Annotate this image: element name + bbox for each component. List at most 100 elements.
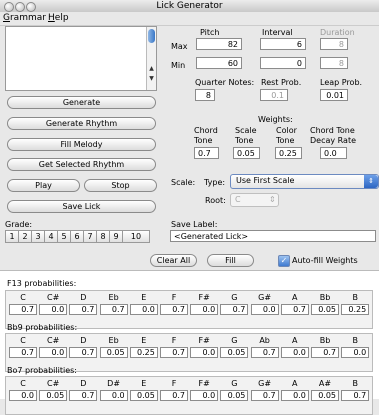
note-label: C#	[47, 336, 60, 345]
scale-tone-label-line1: Scale	[235, 126, 257, 135]
probability-field[interactable]: 0.0	[280, 347, 309, 358]
note-label: E	[141, 379, 147, 388]
clear-all-button[interactable]: Clear All	[150, 254, 197, 267]
fill-button[interactable]: Fill	[207, 254, 254, 267]
probability-field[interactable]: 0.0	[129, 304, 158, 315]
probability-field[interactable]: 0.7	[69, 347, 98, 358]
rest-prob-field: 0.1	[260, 89, 288, 101]
probability-field[interactable]: 0.7	[69, 304, 98, 315]
probability-field[interactable]: 0.0	[39, 347, 68, 358]
note-label: G	[231, 336, 238, 345]
probability-field[interactable]: 0.05	[99, 347, 128, 358]
save-lick-button[interactable]: Save Lick	[7, 200, 156, 213]
probability-field[interactable]: 0.0	[190, 347, 219, 358]
autofill-checkbox[interactable]: ✓	[278, 255, 290, 267]
probability-field[interactable]: 0.7	[250, 390, 279, 401]
menu-help[interactable]: Help	[48, 13, 69, 23]
play-button[interactable]: Play	[7, 179, 80, 192]
probability-field[interactable]: 0.7	[341, 390, 370, 401]
grade-button-6[interactable]: 6	[70, 230, 84, 243]
probability-field[interactable]: 0.05	[311, 390, 339, 401]
scroll-down-icon[interactable]: ▼	[147, 75, 156, 82]
probability-field[interactable]: 0.7	[280, 304, 309, 315]
probability-field[interactable]: 0.7	[160, 390, 188, 401]
probability-field[interactable]: 0.0	[341, 347, 370, 358]
probability-field[interactable]: 0.7	[250, 347, 279, 358]
note-label: B	[352, 379, 358, 388]
note-label: C	[20, 293, 26, 302]
note-label: D	[80, 293, 87, 302]
probability-field[interactable]: 0.7	[99, 304, 128, 315]
probability-field[interactable]: 0.05	[220, 347, 249, 358]
pitch-max-field[interactable]: 82	[196, 38, 242, 50]
probability-field[interactable]: 0.7	[69, 390, 98, 401]
grade-button-3[interactable]: 3	[31, 230, 45, 243]
probability-field[interactable]: 0.05	[220, 390, 249, 401]
stop-button[interactable]: Stop	[84, 179, 157, 192]
probability-field[interactable]: 0.0	[250, 304, 279, 315]
get-selected-rhythm-button[interactable]: Get Selected Rhythm	[7, 158, 156, 171]
grade-button-8[interactable]: 8	[96, 230, 110, 243]
color-tone-label-line1: Color	[276, 126, 297, 135]
grammar-list[interactable]: ▲ ▼	[5, 26, 157, 91]
decay-rate-field[interactable]: 0.0	[320, 147, 347, 159]
note-label: A#	[318, 379, 332, 388]
menu-grammar[interactable]: Grammar	[3, 13, 46, 23]
probability-field[interactable]: 0.05	[129, 390, 158, 401]
probability-field[interactable]: 0.0	[39, 304, 68, 315]
note-label: C#	[47, 293, 60, 302]
select-arrows-icon: ⇕	[364, 175, 378, 188]
scale-tone-weight-field[interactable]: 0.05	[233, 147, 260, 159]
probability-field[interactable]: 0.05	[39, 390, 68, 401]
color-tone-weight-field[interactable]: 0.25	[275, 147, 302, 159]
probability-field[interactable]: 0.7	[160, 304, 188, 315]
pitch-min-field[interactable]: 60	[196, 57, 242, 69]
grade-button-7[interactable]: 7	[83, 230, 97, 243]
note-label: A	[292, 379, 298, 388]
grade-button-4[interactable]: 4	[44, 230, 58, 243]
weights-title: Weights:	[258, 115, 293, 124]
save-label-field[interactable]: <Generated Lick>	[170, 230, 376, 242]
grade-button-5[interactable]: 5	[57, 230, 71, 243]
note-label: B	[352, 293, 358, 302]
note-label: F#	[198, 293, 210, 302]
interval-min-field[interactable]: 0	[260, 57, 306, 69]
probability-field[interactable]: 0.0	[9, 390, 37, 401]
leap-prob-field[interactable]: 0.01	[320, 89, 348, 101]
probability-field[interactable]: 0.7	[9, 347, 37, 358]
probability-field[interactable]: 0.25	[129, 347, 158, 358]
fill-melody-button[interactable]: Fill Melody	[7, 138, 156, 151]
note-label: F	[171, 336, 177, 345]
duration-min-field: 8	[320, 57, 348, 69]
bo7-probabilities-panel: C 0.0 C# 0.05 D 0.7 D# 0.0 E 0.05 F 0.7 F# 0.0 G 0.05 G#…	[5, 376, 373, 415]
note-label: A	[292, 336, 298, 345]
probability-field[interactable]: 0.7	[9, 304, 37, 315]
scroll-up-icon[interactable]: ▲	[147, 65, 156, 72]
scale-type-select[interactable]: Use First Scale ⇕	[230, 174, 379, 189]
generate-rhythm-button[interactable]: Generate Rhythm	[7, 117, 156, 130]
menu-bar: Grammar Help	[0, 12, 379, 26]
probability-field[interactable]: 0.0	[99, 390, 128, 401]
scale-label: Scale:	[171, 178, 196, 187]
probability-field[interactable]: 0.05	[311, 304, 339, 315]
probability-field[interactable]: 0.7	[220, 304, 249, 315]
probability-field[interactable]: 0.7	[311, 347, 339, 358]
grade-button-2[interactable]: 2	[18, 230, 32, 243]
list-scrollbar[interactable]: ▲ ▼	[146, 27, 156, 90]
chord-tone-weight-field[interactable]: 0.7	[194, 147, 219, 159]
scrollbar-thumb[interactable]	[148, 29, 155, 43]
note-label: C#	[47, 379, 60, 388]
grade-button-9[interactable]: 9	[109, 230, 123, 243]
probability-field[interactable]: 0.25	[341, 304, 370, 315]
quarter-notes-field[interactable]: 8	[195, 89, 215, 101]
probability-field[interactable]: 0.7	[160, 347, 188, 358]
grade-button-10[interactable]: 10	[122, 230, 150, 243]
probability-field[interactable]: 0.0	[280, 390, 309, 401]
probability-field[interactable]: 0.0	[190, 304, 219, 315]
note-label: E	[141, 336, 147, 345]
interval-max-field[interactable]: 6	[260, 38, 306, 50]
bb9-probabilities-title: Bb9 probabilities:	[7, 323, 78, 332]
probability-field[interactable]: 0.0	[190, 390, 219, 401]
generate-button[interactable]: Generate	[7, 96, 156, 109]
grade-button-1[interactable]: 1	[5, 230, 19, 243]
